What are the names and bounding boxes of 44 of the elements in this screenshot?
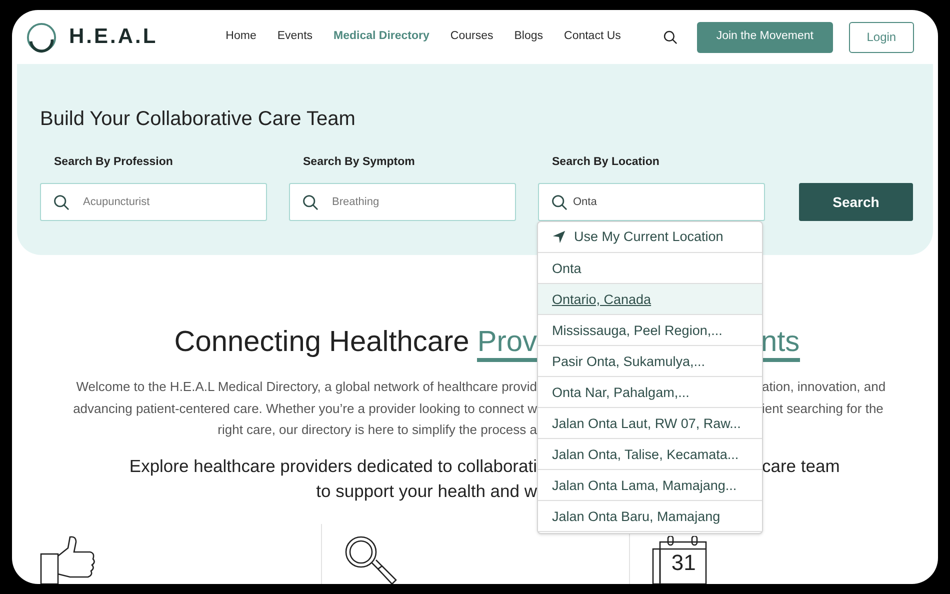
field-label: Search By Profession bbox=[53, 155, 174, 170]
panel-title: Build Your Collaborative Care Team bbox=[40, 107, 356, 132]
paragraph-text: advancing patient-centered care. Whether you’re a provider looking to connect w bbox=[73, 400, 537, 416]
logo-text: H.E.A.L bbox=[69, 24, 158, 50]
paragraph-text: Welcome to the H.E.A.L Medical Directory, a global network of healthcare provid bbox=[76, 379, 537, 394]
search-icon[interactable] bbox=[662, 30, 677, 44]
login-button[interactable]: Login bbox=[848, 22, 914, 52]
location-option[interactable]: Jalan Onta Laut, RW 07, Raw... bbox=[538, 408, 762, 439]
nav-link[interactable]: Contact Us bbox=[564, 28, 621, 46]
paragraph-text: ation, innovation, and bbox=[762, 379, 886, 394]
location-option[interactable]: Onta bbox=[538, 253, 762, 284]
search-icon bbox=[302, 194, 318, 210]
location-option[interactable]: Jalan Onta, Talise, Kecamata... bbox=[538, 439, 762, 470]
field-label: Search By Location bbox=[551, 155, 660, 170]
logo-icon bbox=[26, 22, 57, 52]
tagline-text: to support your health and w bbox=[316, 480, 537, 500]
nav-link[interactable]: Courses bbox=[450, 28, 494, 46]
location-option[interactable]: Mississauga, Peel Region,... bbox=[538, 315, 762, 346]
nav-link[interactable]: Home bbox=[226, 28, 256, 46]
search-field[interactable]: Onta bbox=[538, 183, 765, 222]
join-button[interactable]: Join the Movement bbox=[696, 22, 833, 52]
search-button[interactable]: Search bbox=[799, 183, 913, 222]
heading-text: Connecting Healthcare bbox=[174, 326, 470, 358]
tagline-text: Explore healthcare providers dedicated to collaborati bbox=[129, 456, 537, 476]
navigation-arrow-icon bbox=[552, 230, 566, 244]
calendar-icon bbox=[652, 536, 708, 584]
thumbs-up-icon bbox=[40, 536, 96, 584]
nav-link[interactable]: Medical Directory bbox=[334, 28, 430, 46]
search-icon bbox=[53, 194, 69, 210]
field-label: Search By Symptom bbox=[302, 155, 416, 170]
nav-link[interactable]: Events bbox=[277, 28, 313, 46]
calendar-day: 31 bbox=[671, 550, 696, 576]
location-option[interactable]: Ontario, Canada bbox=[538, 284, 762, 315]
nav-link[interactable]: Blogs bbox=[514, 28, 544, 46]
search-field[interactable]: Acupuncturist bbox=[40, 183, 267, 222]
search-icon bbox=[551, 194, 567, 210]
paragraph-text: right care, our directory is here to simplify the process a bbox=[218, 422, 537, 437]
location-option[interactable]: Jalan Onta Baru, Mamajang bbox=[538, 501, 762, 532]
paragraph-text: ient searching for the bbox=[762, 400, 884, 416]
location-option[interactable]: Jalan Onta Lama, Mamajang... bbox=[538, 470, 762, 501]
tagline-text: care team bbox=[762, 456, 840, 476]
location-option[interactable]: Onta Nar, Pahalgam,... bbox=[538, 377, 762, 408]
search-field[interactable]: Breathing bbox=[289, 183, 516, 222]
location-option[interactable]: Pasir Onta, Sukamulya,... bbox=[538, 346, 762, 377]
